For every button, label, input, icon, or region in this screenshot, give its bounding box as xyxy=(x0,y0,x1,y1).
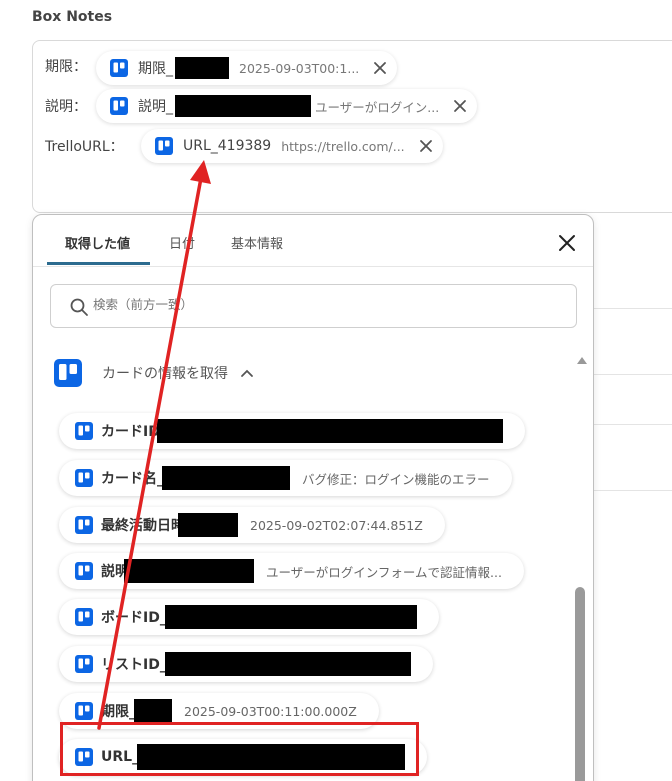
field-label-trello-url: TrelloURL： xyxy=(45,139,124,155)
trello-icon xyxy=(75,655,93,673)
tab-bar: 取得した値 日付 基本情報 xyxy=(33,215,593,267)
redacted-block xyxy=(164,652,411,676)
redacted-block xyxy=(162,466,290,490)
trello-icon xyxy=(75,469,93,487)
trello-icon xyxy=(110,97,128,115)
chip-name: URL_419389 xyxy=(183,138,272,154)
tab-date[interactable]: 日付 xyxy=(169,233,195,252)
remove-icon[interactable] xyxy=(373,61,387,75)
tab-retrieved-values[interactable]: 取得した値 xyxy=(65,233,130,252)
item-name: ボードID_ xyxy=(101,610,167,626)
search-box[interactable] xyxy=(50,284,577,328)
item-name: リストID_ xyxy=(101,657,167,673)
box-notes-editor[interactable]: 期限： 期限_ 2025-09-03T00:1... 説明： 説明_ ユーザーが… xyxy=(32,40,672,213)
item-name: カード名_ xyxy=(101,471,164,487)
item-value: バグ修正：ログイン機能のエラー xyxy=(302,471,490,487)
chip-name: 説明_ xyxy=(138,99,173,115)
background-divider xyxy=(594,424,672,425)
trello-icon xyxy=(54,359,82,387)
remove-icon[interactable] xyxy=(453,99,467,113)
trello-icon xyxy=(75,608,93,626)
chevron-up-icon[interactable] xyxy=(240,366,254,380)
list-item-card-name[interactable]: カード名_ バグ修正：ログイン機能のエラー xyxy=(59,460,512,496)
redacted-block xyxy=(124,559,254,583)
trello-icon xyxy=(75,702,93,720)
search-icon xyxy=(70,298,88,316)
list-item-last-activity[interactable]: 最終活動日時_ 2025-09-02T02:07:44.851Z xyxy=(59,507,445,543)
background-divider xyxy=(594,374,672,375)
field-label-due: 期限： xyxy=(45,59,87,75)
item-value: 2025-09-02T02:07:44.851Z xyxy=(250,517,423,533)
background-divider xyxy=(594,308,672,309)
group-header[interactable]: カードの情報を取得 xyxy=(54,357,254,389)
chip-name: 期限_ xyxy=(138,61,173,77)
chip-due[interactable]: 期限_ 2025-09-03T00:1... xyxy=(96,51,398,85)
redacted-block xyxy=(134,699,172,723)
active-tab-indicator xyxy=(47,262,150,265)
chip-value: https://trello.com/... xyxy=(281,138,405,154)
redacted-block xyxy=(175,95,311,117)
trello-icon xyxy=(75,562,93,580)
annotation-highlight-box xyxy=(60,722,419,776)
tab-basic-info[interactable]: 基本情報 xyxy=(231,233,283,252)
field-label-description: 説明： xyxy=(45,99,87,115)
scrollbar-thumb[interactable] xyxy=(575,587,585,781)
search-input[interactable] xyxy=(93,297,553,312)
trello-icon xyxy=(75,516,93,534)
list-item-description[interactable]: 説明_ ユーザーがログインフォームで認証情報... xyxy=(59,553,524,589)
item-name: 期限_ xyxy=(101,704,136,720)
list-item-board-id[interactable]: ボードID_ xyxy=(59,599,439,635)
chip-description[interactable]: 説明_ ユーザーがログイン... xyxy=(96,89,478,123)
trello-icon xyxy=(110,59,128,77)
background-divider xyxy=(594,490,672,491)
list-item-list-id[interactable]: リストID_ xyxy=(59,646,433,682)
trello-icon xyxy=(75,422,93,440)
section-title: Box Notes xyxy=(32,9,113,25)
redacted-block xyxy=(156,419,503,443)
redacted-block xyxy=(175,57,229,79)
scroll-up-icon[interactable] xyxy=(576,355,588,365)
item-value: 2025-09-03T00:11:00.000Z xyxy=(184,703,357,719)
redacted-block xyxy=(178,513,238,537)
variable-picker-panel: 取得した値 日付 基本情報 カードの情報を取得 カードID_ カード名_ バグ修… xyxy=(32,214,594,781)
item-value: ユーザーがログインフォームで認証情報... xyxy=(266,564,502,580)
redacted-block xyxy=(164,605,417,629)
chip-trello-url[interactable]: URL_419389 https://trello.com/... xyxy=(141,129,443,163)
remove-icon[interactable] xyxy=(419,139,433,153)
close-icon[interactable] xyxy=(556,232,578,254)
chip-value: ユーザーがログイン... xyxy=(315,99,440,115)
chip-value: 2025-09-03T00:1... xyxy=(239,60,360,76)
list-item-card-id[interactable]: カードID_ xyxy=(59,413,525,449)
group-title: カードの情報を取得 xyxy=(102,366,228,382)
trello-icon xyxy=(155,137,173,155)
